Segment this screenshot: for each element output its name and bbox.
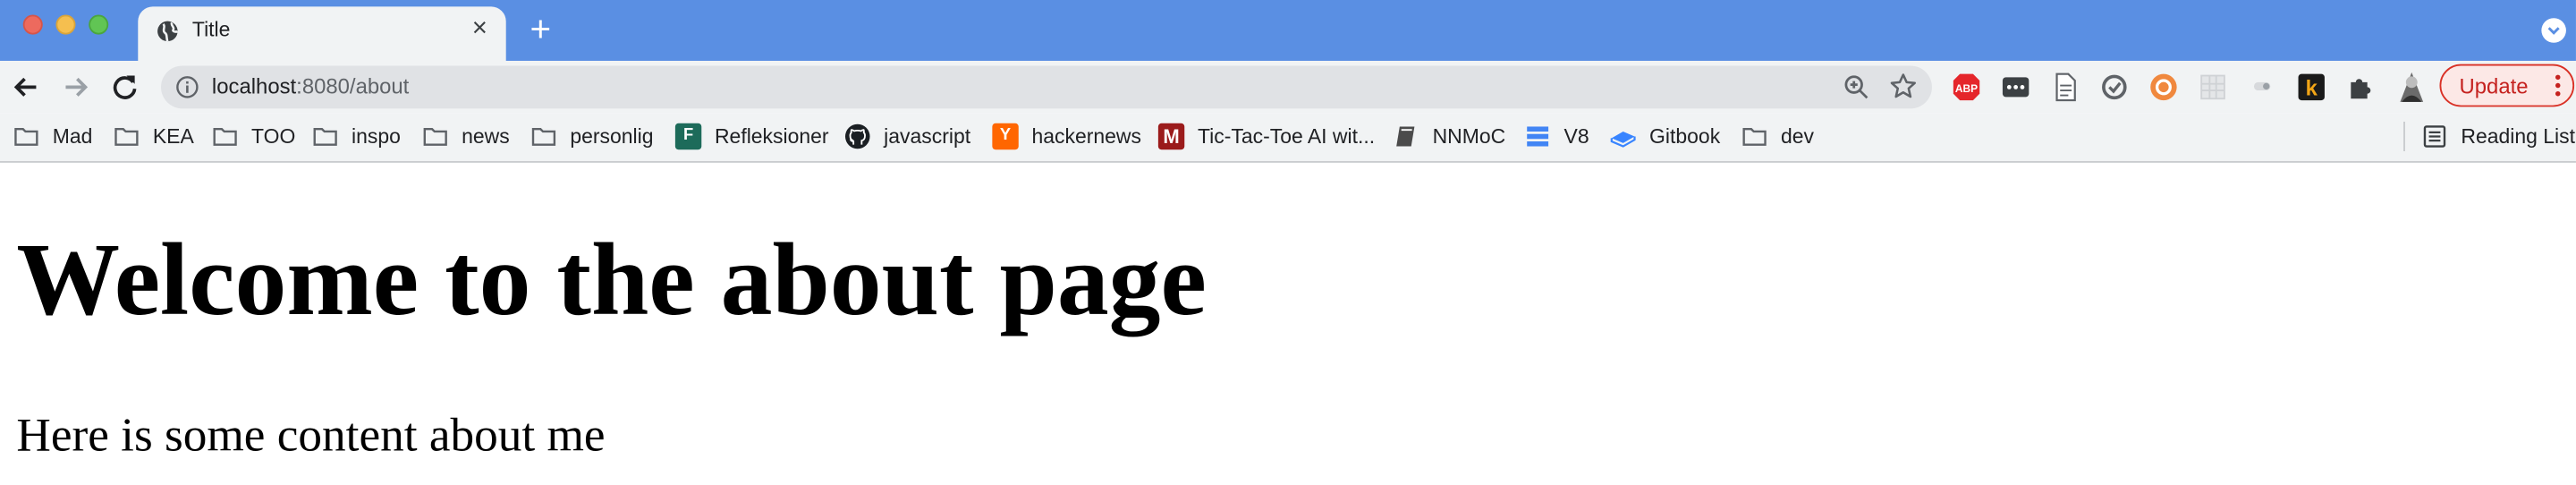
reading-list-label: Reading List [2461, 124, 2576, 149]
bookmark-label: news [462, 124, 510, 149]
bookmark-label: personlig [570, 124, 654, 149]
bookmark-too[interactable]: TOO [212, 120, 295, 153]
adblock-plus-icon[interactable]: ABP [1952, 72, 1981, 102]
bookmarks-bar: Mad KEA TOO inspo news personlig F Refle… [0, 113, 2576, 163]
url-host: localhost [211, 73, 297, 99]
kebab-menu-icon [2555, 74, 2561, 97]
bookmark-label: Tic-Tac-Toe AI wit... [1197, 124, 1376, 149]
forms-icon: F [674, 123, 702, 150]
url-path: :8080/about [296, 73, 410, 99]
bookmark-tic-tac-toe[interactable]: M Tic-Tac-Toe AI wit... [1157, 120, 1376, 153]
reading-list-icon [2423, 125, 2446, 148]
folder-icon [423, 128, 447, 146]
url-text[interactable]: localhost:8080/about [212, 74, 409, 99]
bookmark-label: Refleksioner [714, 124, 829, 149]
bookmark-label: V8 [1563, 124, 1589, 149]
bookmark-javascript[interactable]: javascript [844, 120, 970, 153]
github-icon [844, 123, 870, 149]
reload-icon[interactable] [106, 69, 142, 105]
forward-icon[interactable] [57, 69, 93, 105]
svg-text:ABP: ABP [1955, 82, 1978, 95]
bookmark-kea[interactable]: KEA [114, 120, 194, 153]
bookmark-label: hackernews [1031, 124, 1141, 149]
page-title: Welcome to the about page [16, 222, 1207, 337]
bookmarks-divider [2403, 121, 2405, 152]
folder-icon [531, 128, 556, 146]
bookmark-inspo[interactable]: inspo [312, 120, 401, 153]
bookmark-label: Gitbook [1649, 124, 1721, 149]
folder-icon [14, 128, 38, 146]
ubuntu-icon[interactable] [2148, 72, 2178, 102]
globe-icon [157, 21, 179, 42]
bookmark-star-icon[interactable] [1889, 72, 1917, 100]
address-bar[interactable]: localhost:8080/about [160, 65, 1932, 109]
folder-icon [213, 128, 237, 146]
bookmark-label: KEA [152, 124, 194, 149]
bookmark-dev[interactable]: dev [1741, 120, 1814, 153]
bookmark-news[interactable]: news [422, 120, 510, 153]
sync-icon[interactable] [2099, 72, 2129, 102]
close-window-button[interactable] [22, 14, 43, 35]
bookmark-label: NNMoC [1432, 124, 1506, 149]
tab-search-button[interactable] [2541, 18, 2566, 43]
bookmark-nnmoc[interactable]: NNMoC [1394, 120, 1506, 153]
tab-strip: Title × + [0, 0, 2576, 61]
grid-icon[interactable] [2199, 72, 2228, 102]
toggle-icon[interactable] [2248, 72, 2277, 102]
ycombinator-icon: Y [992, 123, 1019, 150]
maximize-window-button[interactable] [89, 14, 109, 35]
v8-icon [1527, 126, 1549, 147]
bookmark-gitbook[interactable]: Gitbook [1610, 120, 1720, 153]
update-label: Update [2459, 73, 2529, 99]
bookmark-label: javascript [884, 124, 971, 149]
bookmark-label: inspo [352, 124, 401, 149]
tab-active[interactable]: Title × [138, 6, 506, 61]
bookmark-refleksioner[interactable]: F Refleksioner [674, 120, 829, 153]
zoom-icon[interactable] [1843, 74, 1869, 100]
close-tab-icon[interactable]: × [467, 15, 493, 42]
folder-icon [1742, 128, 1767, 146]
browser-window: Title × + localhost:8080/about ABP k Upd… [0, 0, 2576, 485]
page-paragraph: Here is some content about me [16, 409, 606, 463]
bookmark-personlig[interactable]: personlig [530, 120, 654, 153]
reading-list-button[interactable]: Reading List [2421, 120, 2575, 153]
info-icon[interactable] [176, 76, 199, 99]
tab-title: Title [191, 18, 231, 41]
bookmark-label: Mad [52, 124, 93, 149]
avatar[interactable] [2395, 69, 2428, 105]
folder-icon [313, 128, 337, 146]
document-icon[interactable] [2050, 72, 2080, 102]
update-button[interactable]: Update [2439, 64, 2575, 107]
chevron-down-icon [2547, 27, 2560, 35]
back-icon[interactable] [8, 69, 44, 105]
toolbar: localhost:8080/about ABP k Update [0, 60, 2576, 114]
book-icon [1396, 126, 1415, 147]
bookmark-mad[interactable]: Mad [13, 120, 93, 153]
password-manager-icon[interactable] [2001, 72, 2030, 102]
svg-text:k: k [2306, 77, 2318, 101]
folder-icon [114, 128, 139, 146]
minimize-window-button[interactable] [55, 14, 76, 35]
bookmark-label: TOO [251, 124, 296, 149]
bookmark-hackernews[interactable]: Y hackernews [992, 120, 1141, 153]
k-extension-icon[interactable]: k [2297, 72, 2326, 102]
page-content: Welcome to the about page Here is some c… [0, 162, 2576, 485]
puzzle-extensions-icon[interactable] [2346, 72, 2376, 102]
bookmark-v8[interactable]: V8 [1524, 120, 1589, 153]
new-tab-button[interactable]: + [522, 11, 558, 47]
bookmark-label: dev [1780, 124, 1815, 149]
gitbook-icon [1610, 131, 1636, 148]
medium-icon: M [1157, 123, 1185, 150]
